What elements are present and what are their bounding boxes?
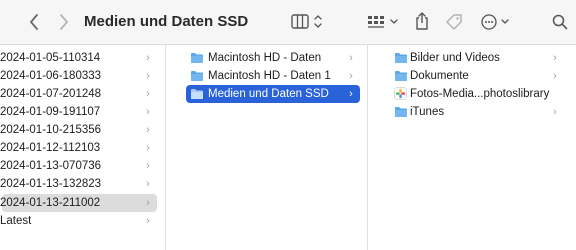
more-actions-button[interactable] (480, 12, 512, 32)
column-view-icon (291, 14, 322, 29)
chevron-right-icon: › (146, 160, 150, 172)
drive-folder-icon (191, 53, 203, 63)
list-item[interactable]: Dokumente › (392, 67, 564, 85)
list-item-label: iTunes (410, 106, 445, 118)
list-item[interactable]: iTunes › (392, 103, 564, 121)
list-item-label: Bilder und Videos (410, 52, 500, 64)
list-item[interactable]: Latest › (0, 212, 157, 230)
list-item-label: Macintosh HD - Daten 1 (208, 70, 331, 82)
list-item[interactable]: Bilder und Videos › (392, 49, 564, 67)
folder-icon (395, 53, 407, 63)
list-item[interactable]: 2024-01-12-112103 › (0, 139, 157, 157)
list-item[interactable]: 2024-01-05-110314 › (0, 49, 157, 67)
list-item-label: 2024-01-13-211002 (0, 197, 101, 209)
list-item-selected[interactable]: Medien und Daten SSD › (186, 85, 360, 103)
list-item-label: 2024-01-10-215356 (0, 124, 102, 136)
list-item-label: 2024-01-13-132823 (0, 178, 102, 190)
folder-icon (395, 107, 407, 117)
folder-icon (395, 71, 407, 81)
list-item-selected[interactable]: 2024-01-13-211002 › (0, 194, 157, 212)
tag-icon (446, 14, 462, 30)
chevron-right-icon (60, 14, 68, 30)
list-item[interactable]: 2024-01-07-201248 › (0, 85, 157, 103)
list-item[interactable]: 2024-01-06-180333 › (0, 67, 157, 85)
list-item-label: 2024-01-13-070736 (0, 160, 102, 172)
window-title: Medien und Daten SSD (84, 13, 249, 30)
list-item-label: 2024-01-09-191107 (0, 106, 101, 118)
group-grid-icon (368, 16, 398, 28)
chevron-right-icon: › (349, 52, 353, 64)
list-item[interactable]: 2024-01-13-132823 › (0, 175, 157, 193)
drive-folder-icon (191, 71, 203, 81)
chevron-right-icon: › (146, 215, 150, 227)
view-mode-button[interactable] (290, 12, 326, 32)
list-item-label: 2024-01-12-112103 (0, 142, 101, 154)
tag-button[interactable] (444, 12, 464, 32)
search-button[interactable] (550, 12, 570, 32)
chevron-right-icon: › (146, 197, 150, 209)
chevron-right-icon: › (146, 178, 150, 190)
list-item-label: Macintosh HD - Daten (208, 52, 322, 64)
list-item[interactable]: Macintosh HD - Daten 1 › (186, 67, 360, 85)
chevron-right-icon: › (146, 124, 150, 136)
search-icon (552, 14, 568, 30)
back-button[interactable] (24, 12, 44, 32)
list-item-label: 2024-01-06-180333 (0, 70, 102, 82)
chevron-right-icon: › (146, 52, 150, 64)
ellipsis-circle-icon (481, 14, 509, 30)
group-button[interactable] (366, 12, 400, 32)
drive-folder-icon (191, 89, 203, 99)
list-item[interactable]: Fotos-Media...photoslibrary (392, 85, 564, 103)
list-item-label: 2024-01-05-110314 (0, 52, 101, 64)
photos-library-icon (394, 87, 407, 100)
chevron-right-icon: › (146, 106, 150, 118)
chevron-right-icon: › (146, 142, 150, 154)
chevron-right-icon: › (146, 70, 150, 82)
list-item-label: Dokumente (410, 70, 469, 82)
chevron-right-icon: › (349, 70, 353, 82)
share-button[interactable] (412, 10, 432, 32)
list-item-label: Medien und Daten SSD (208, 88, 329, 100)
list-item-label: Latest (0, 215, 32, 227)
chevron-right-icon: › (553, 106, 557, 118)
chevron-right-icon: › (553, 52, 557, 64)
share-icon (416, 12, 428, 30)
toolbar: Medien und Daten SSD (0, 0, 576, 45)
chevron-left-icon (30, 14, 38, 30)
list-item-label: Fotos-Media...photoslibrary (410, 88, 550, 100)
list-item[interactable]: 2024-01-13-070736 › (0, 157, 157, 175)
chevron-right-icon: › (553, 70, 557, 82)
chevron-right-icon: › (146, 88, 150, 100)
list-item-label: 2024-01-07-201248 (0, 88, 102, 100)
list-item[interactable]: Macintosh HD - Daten › (186, 49, 360, 67)
list-item[interactable]: 2024-01-10-215356 › (0, 121, 157, 139)
chevron-right-icon: › (349, 88, 353, 100)
list-item[interactable]: 2024-01-09-191107 › (0, 103, 157, 121)
forward-button[interactable] (54, 12, 74, 32)
